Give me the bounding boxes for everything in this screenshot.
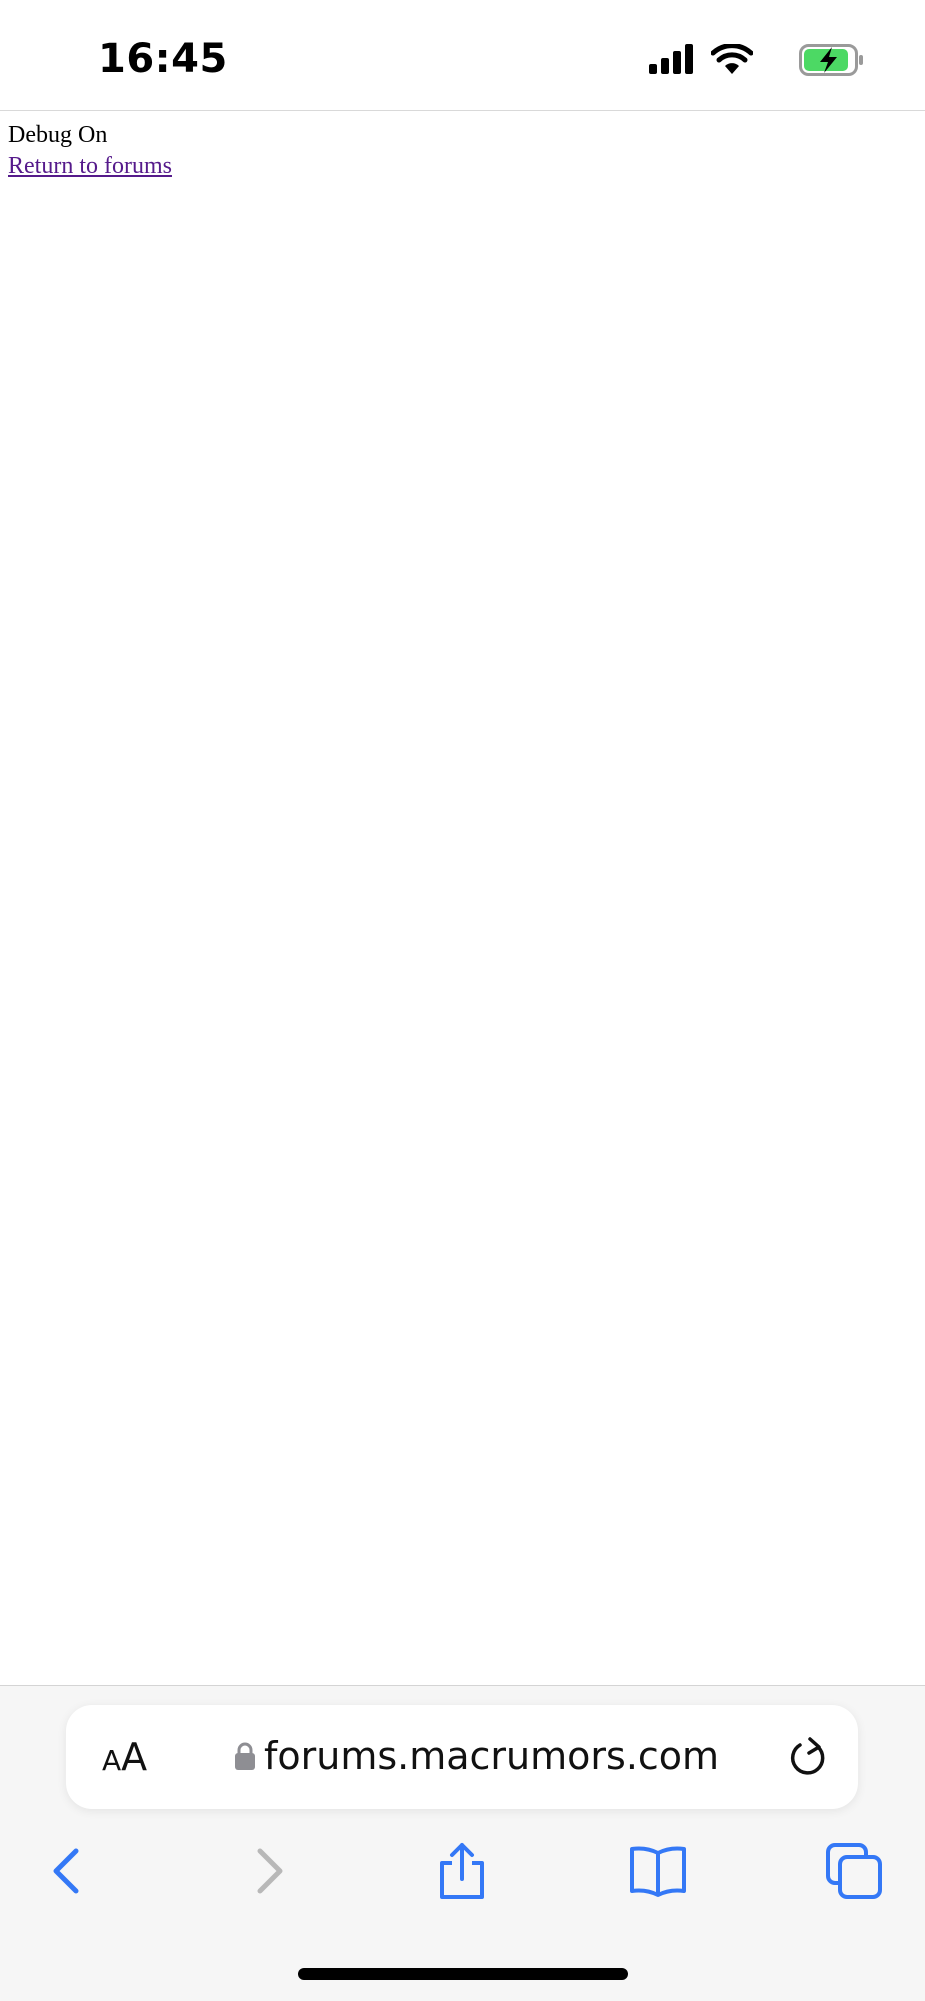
share-icon[interactable] [432,1841,492,1901]
bookmarks-icon[interactable] [628,1841,688,1901]
address-bar[interactable]: AA forums.macrumors.com [66,1705,858,1809]
page-content: Debug On Return to forums [8,120,172,182]
status-time: 16:45 [98,36,228,82]
tabs-icon[interactable] [824,1841,884,1901]
return-to-forums-link[interactable]: Return to forums [8,153,172,179]
url-text: forums.macrumors.com [264,1734,720,1778]
home-indicator[interactable] [298,1968,628,1980]
back-icon[interactable] [38,1841,98,1901]
battery-charging-icon [799,44,863,76]
aa-large-letter: A [121,1735,148,1779]
url-field[interactable]: forums.macrumors.com [234,1731,719,1781]
reload-icon[interactable] [788,1735,828,1779]
aa-small-letter: A [102,1744,122,1777]
debug-status-text: Debug On [8,122,108,148]
forward-icon[interactable] [238,1841,298,1901]
page-divider [0,110,925,111]
safari-bottom-bar: AA forums.macrumors.com [0,1685,925,2001]
status-bar: 16:45 [0,0,925,110]
text-size-button[interactable]: AA [102,1735,147,1779]
cellular-signal-icon [649,44,693,74]
wifi-icon [711,44,753,74]
lock-icon [235,1742,255,1770]
